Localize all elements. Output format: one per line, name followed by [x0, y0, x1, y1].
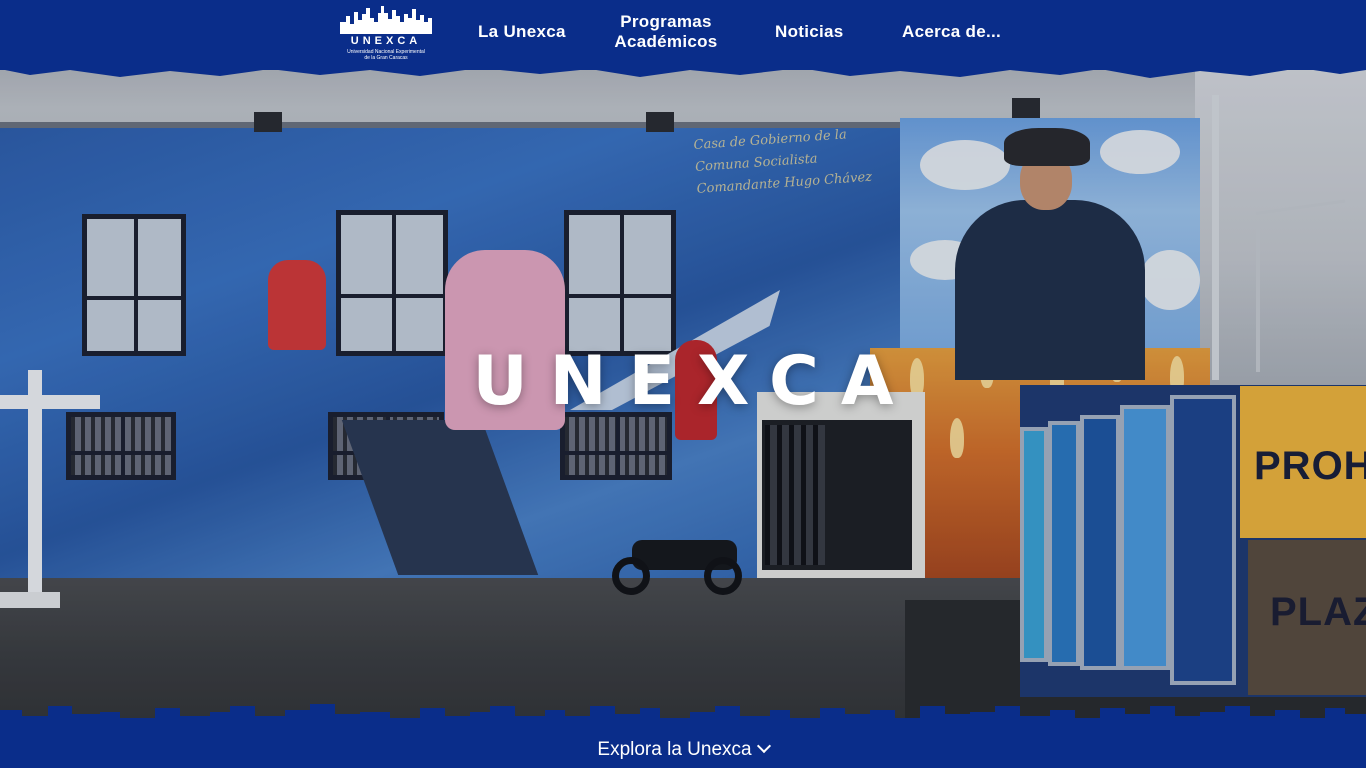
unexca-logo[interactable]: UNEXCA Universidad Nacional Experimental… [336, 4, 436, 61]
chevron-down-icon [756, 738, 771, 754]
logo-subtitle-line: de la Gran Caracas [364, 55, 408, 61]
page: Casa de Gobierno de la Comuna Socialista… [0, 0, 1366, 768]
nav-link-acerca-de[interactable]: Acerca de... [902, 22, 1001, 42]
hero-title: UNEXCA [472, 342, 916, 421]
nav-link-la-unexca[interactable]: La Unexca [478, 22, 566, 42]
explore-button[interactable]: Explora la Unexca [0, 738, 1366, 761]
logo-wordmark: UNEXCA [350, 35, 422, 47]
nav-link-programas-academicos[interactable]: Programas Académicos [608, 12, 724, 52]
city-skyline-icon [340, 6, 432, 34]
explore-label: Explora la Unexca [597, 739, 752, 760]
logo-subtitle: Universidad Nacional Experimental de la … [336, 49, 436, 61]
nav-link-noticias[interactable]: Noticias [775, 22, 844, 42]
